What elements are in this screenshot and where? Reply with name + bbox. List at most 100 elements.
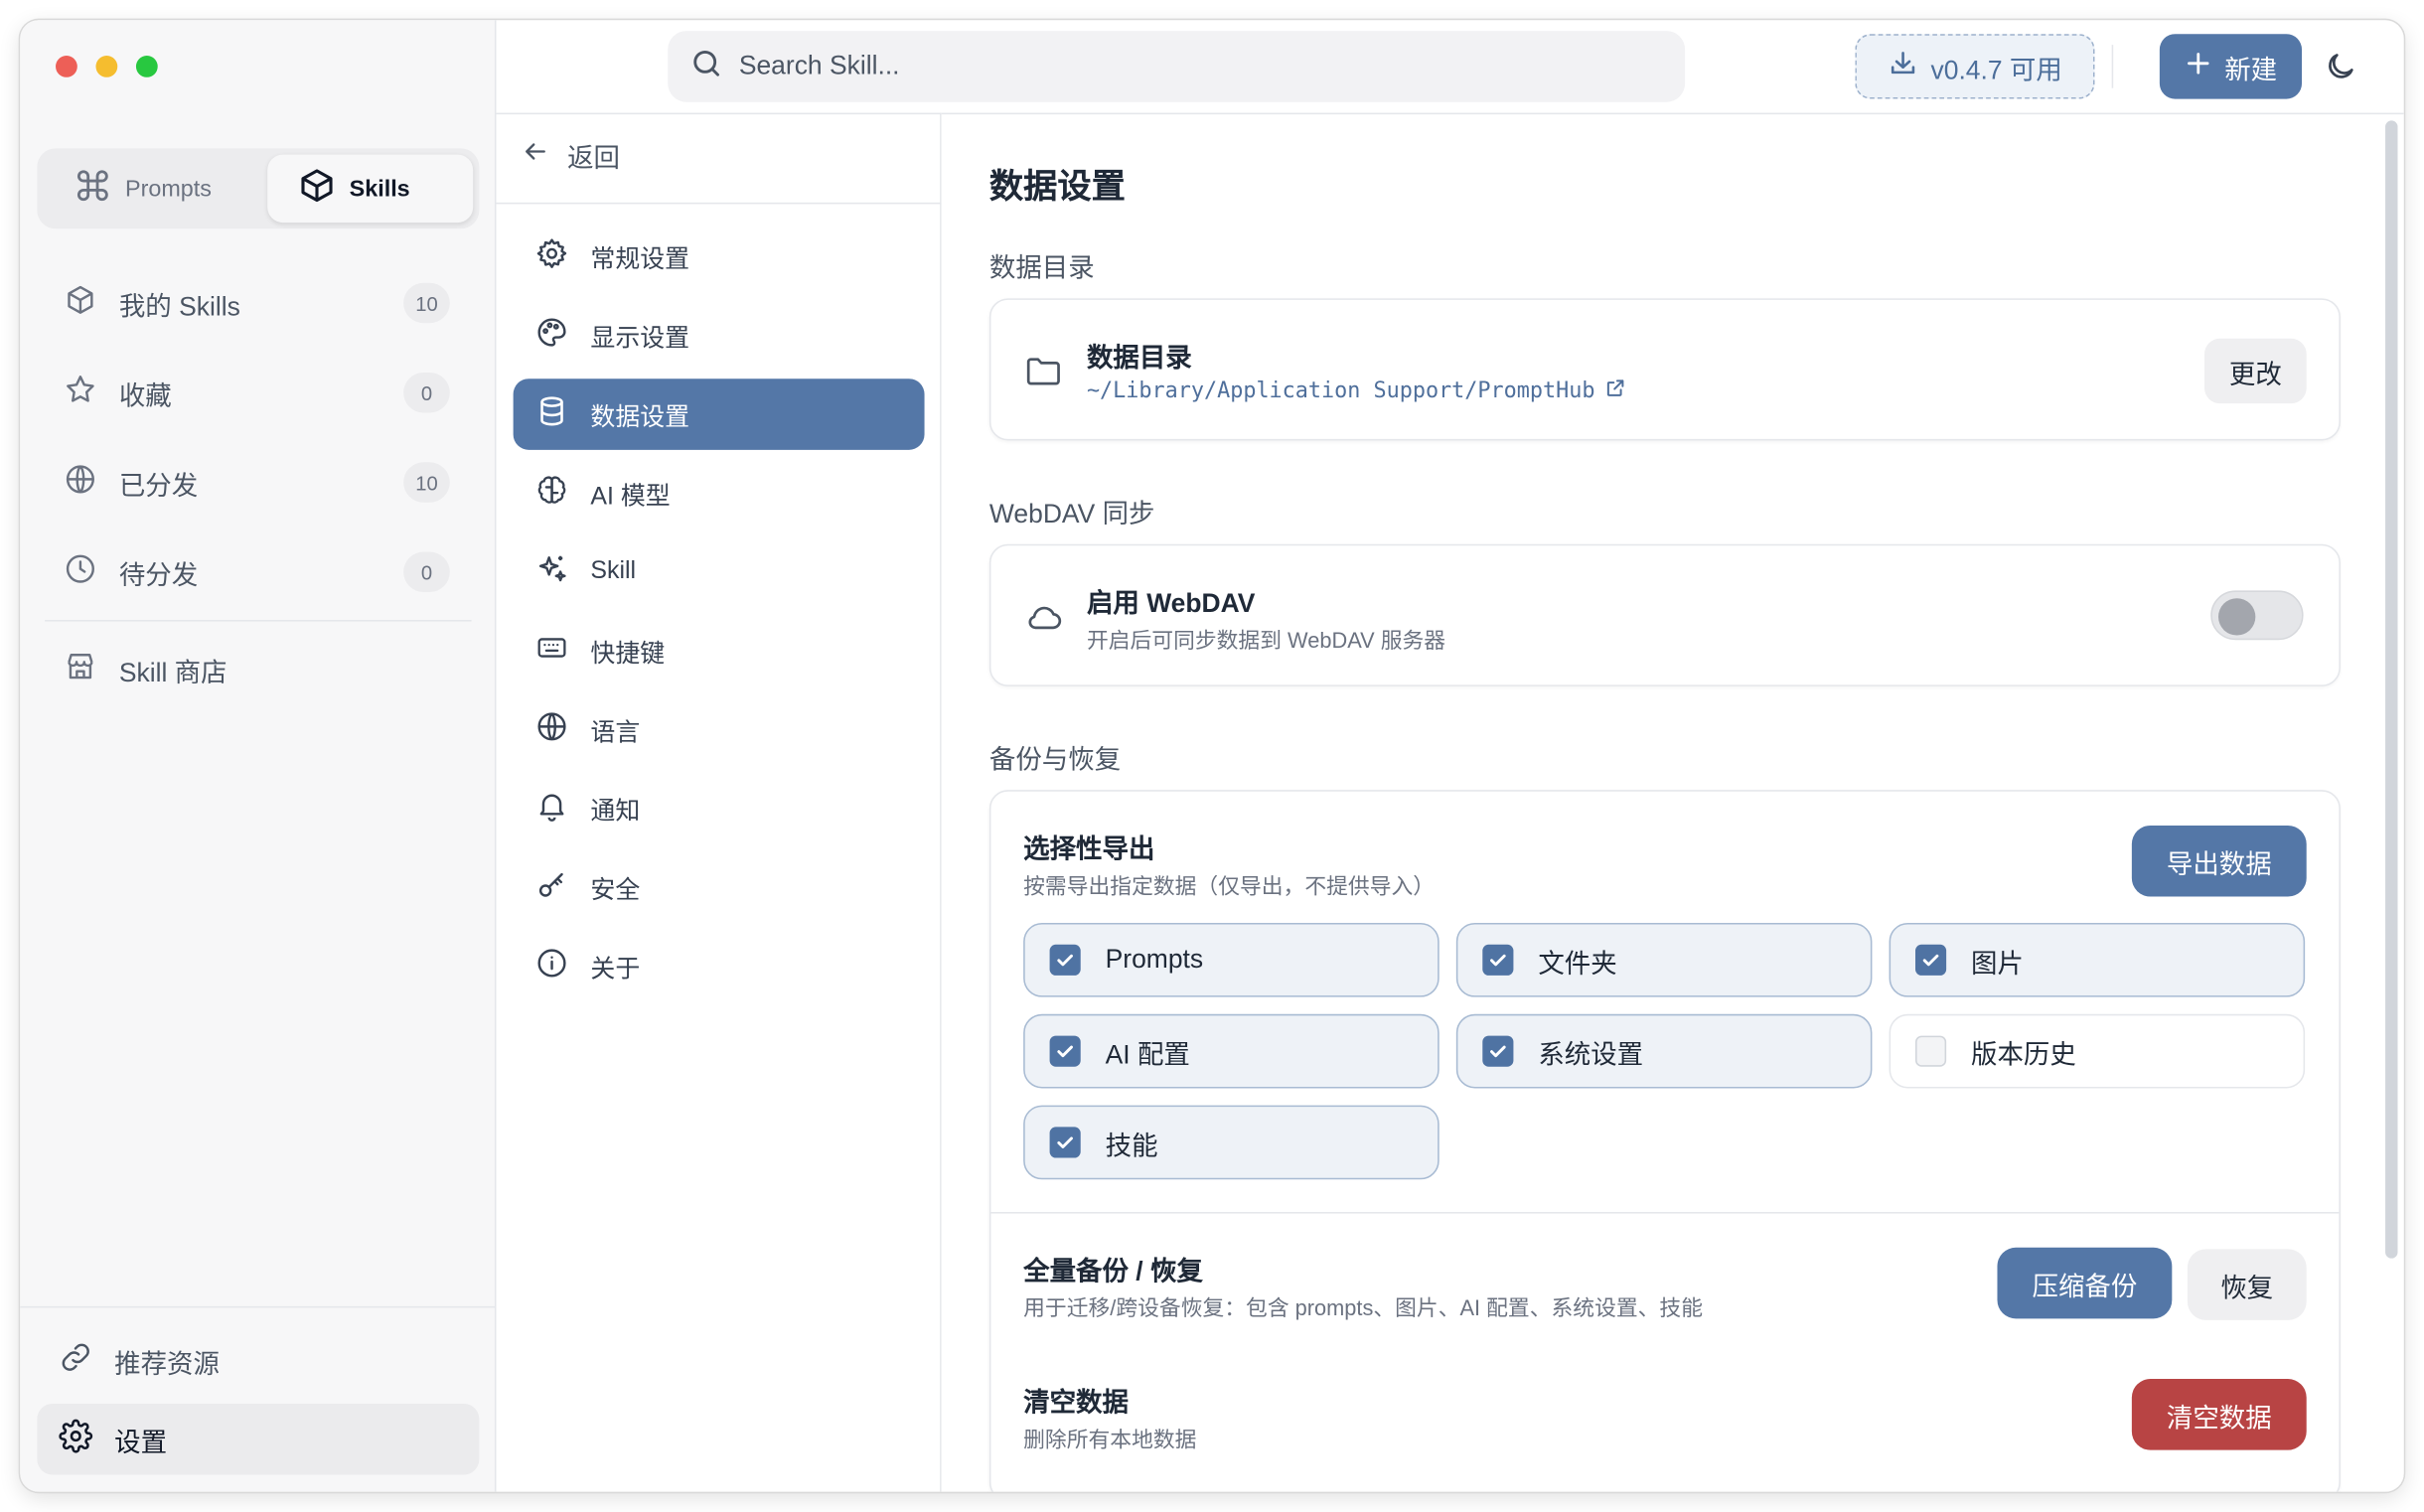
divider <box>990 1211 2340 1214</box>
update-available-button[interactable]: v0.4.7 可用 <box>1855 34 2095 99</box>
option-label: 图片 <box>1971 948 2024 979</box>
webdav-desc: 开启后可同步数据到 WebDAV 服务器 <box>1086 627 1446 653</box>
section-title-webdav: WebDAV 同步 <box>988 499 1155 529</box>
menu-item-general[interactable]: 常规设置 <box>514 222 925 293</box>
data-dir-path-link[interactable]: ~/Library/Application Support/PromptHub <box>1087 378 1626 405</box>
palette-icon <box>534 315 568 357</box>
sidebar-item-favorites[interactable]: 收藏 0 <box>45 357 471 428</box>
scrollbar[interactable] <box>2385 120 2398 1259</box>
gear-icon <box>59 1418 93 1460</box>
moon-icon <box>2324 54 2357 89</box>
link-icon <box>59 1339 92 1381</box>
sidebar-item-settings[interactable]: 设置 <box>37 1403 480 1475</box>
sidebar-item-label: 已分发 <box>118 470 199 501</box>
option-label: 系统设置 <box>1538 1039 1644 1070</box>
checkbox-checked[interactable] <box>1049 1127 1081 1158</box>
menu-item-label: 快捷键 <box>590 641 666 669</box>
option-label: Prompts <box>1105 944 1204 975</box>
menu-item-security[interactable]: 安全 <box>514 851 925 923</box>
sidebar-item-distributed[interactable]: 已分发 10 <box>45 447 471 519</box>
divider <box>496 202 942 205</box>
cloud-icon <box>1023 597 1063 637</box>
checkbox-checked[interactable] <box>1915 944 1947 976</box>
folder-icon <box>1023 351 1063 390</box>
external-link-icon <box>1604 378 1626 405</box>
sidebar-item-store[interactable]: Skill 商店 <box>45 634 471 705</box>
section-title-backup: 备份与恢复 <box>988 745 1122 775</box>
data-dir-card: 数据目录 ~/Library/Application Support/Promp… <box>988 298 2341 441</box>
sidebar: Prompts Skills 我的 Skills 10 收藏 0 已分发 10 … <box>20 20 497 1492</box>
checkbox-checked[interactable] <box>1049 1035 1081 1067</box>
zoom-window-button[interactable] <box>135 56 158 77</box>
app-window: Prompts Skills 我的 Skills 10 收藏 0 已分发 10 … <box>20 20 2404 1492</box>
menu-item-notifications[interactable]: 通知 <box>514 773 925 844</box>
restore-button[interactable]: 恢复 <box>2187 1249 2307 1320</box>
menu-item-label: 数据设置 <box>590 404 690 432</box>
menu-item-label: Skill <box>590 557 637 585</box>
webdav-toggle[interactable] <box>2210 590 2304 641</box>
divider <box>20 1305 497 1308</box>
menu-item-skill[interactable]: Skill <box>514 536 925 608</box>
menu-item-display[interactable]: 显示设置 <box>514 300 925 372</box>
settings-content: 数据设置 数据目录 数据目录 ~/Library/Application Sup… <box>941 112 2404 1492</box>
menu-item-ai-model[interactable]: AI 模型 <box>514 458 925 529</box>
checkbox-checked[interactable] <box>1049 944 1081 976</box>
plus-icon <box>2185 49 2212 84</box>
option-label: 技能 <box>1105 1131 1158 1160</box>
compress-backup-button[interactable]: 压缩备份 <box>1997 1247 2173 1319</box>
clear-data-button[interactable]: 清空数据 <box>2131 1379 2307 1450</box>
database-icon <box>534 393 568 435</box>
export-option-folders[interactable]: 文件夹 <box>1455 922 1873 997</box>
webdav-title: 启用 WebDAV <box>1086 588 1256 619</box>
export-option-version-history[interactable]: 版本历史 <box>1889 1013 2306 1089</box>
sidebar-item-label: 收藏 <box>118 380 172 411</box>
divider <box>2111 45 2114 88</box>
sidebar-item-resources[interactable]: 推荐资源 <box>37 1325 479 1397</box>
prompts-tab[interactable]: Prompts <box>44 155 260 223</box>
export-data-button[interactable]: 导出数据 <box>2131 825 2307 897</box>
close-window-button[interactable] <box>56 56 77 77</box>
export-option-system-settings[interactable]: 系统设置 <box>1455 1013 1873 1089</box>
sparkles-icon <box>534 551 568 593</box>
back-label: 返回 <box>567 143 620 174</box>
store-icon <box>64 649 97 690</box>
search-bar[interactable] <box>668 31 1686 102</box>
skills-tab-label: Skills <box>349 175 410 203</box>
section-title-data-dir: 数据目录 <box>988 253 1095 283</box>
full-backup-desc: 用于迁移/跨设备恢复：包含 prompts、图片、AI 配置、系统设置、技能 <box>1023 1295 1703 1320</box>
brain-icon <box>534 472 568 514</box>
count-badge: 10 <box>403 462 450 503</box>
search-icon <box>689 46 723 87</box>
cube-icon <box>64 282 97 324</box>
star-icon <box>64 372 97 413</box>
menu-item-shortcuts[interactable]: 快捷键 <box>514 615 925 686</box>
menu-item-label: 安全 <box>590 877 641 905</box>
divider <box>45 619 472 622</box>
menu-item-label: 关于 <box>590 957 641 983</box>
keyboard-icon <box>534 630 568 672</box>
export-option-ai-config[interactable]: AI 配置 <box>1023 1013 1439 1089</box>
menu-item-language[interactable]: 语言 <box>514 694 925 766</box>
search-input[interactable] <box>738 51 1605 82</box>
info-icon <box>534 946 568 987</box>
change-dir-button[interactable]: 更改 <box>2203 338 2307 404</box>
back-button[interactable]: 返回 <box>521 136 620 175</box>
sidebar-item-my-skills[interactable]: 我的 Skills 10 <box>45 267 471 339</box>
cube-icon <box>298 167 335 211</box>
export-option-prompts[interactable]: Prompts <box>1023 922 1439 997</box>
checkbox-checked[interactable] <box>1482 1035 1514 1067</box>
export-option-skills[interactable]: 技能 <box>1023 1105 1439 1180</box>
new-button-label: 新建 <box>2224 55 2278 84</box>
theme-toggle-button[interactable] <box>2324 50 2357 83</box>
webdav-card: 启用 WebDAV 开启后可同步数据到 WebDAV 服务器 <box>988 543 2341 686</box>
export-option-images[interactable]: 图片 <box>1889 922 2306 997</box>
menu-item-data[interactable]: 数据设置 <box>513 378 925 450</box>
skills-tab[interactable]: Skills <box>267 154 474 224</box>
menu-item-about[interactable]: 关于 <box>514 931 925 1002</box>
minimize-window-button[interactable] <box>95 56 118 77</box>
new-button[interactable]: 新建 <box>2159 34 2303 99</box>
checkbox-unchecked[interactable] <box>1915 1035 1947 1067</box>
sidebar-item-pending[interactable]: 待分发 0 <box>45 536 471 608</box>
checkbox-checked[interactable] <box>1482 944 1514 976</box>
data-dir-title: 数据目录 <box>1086 343 1192 374</box>
